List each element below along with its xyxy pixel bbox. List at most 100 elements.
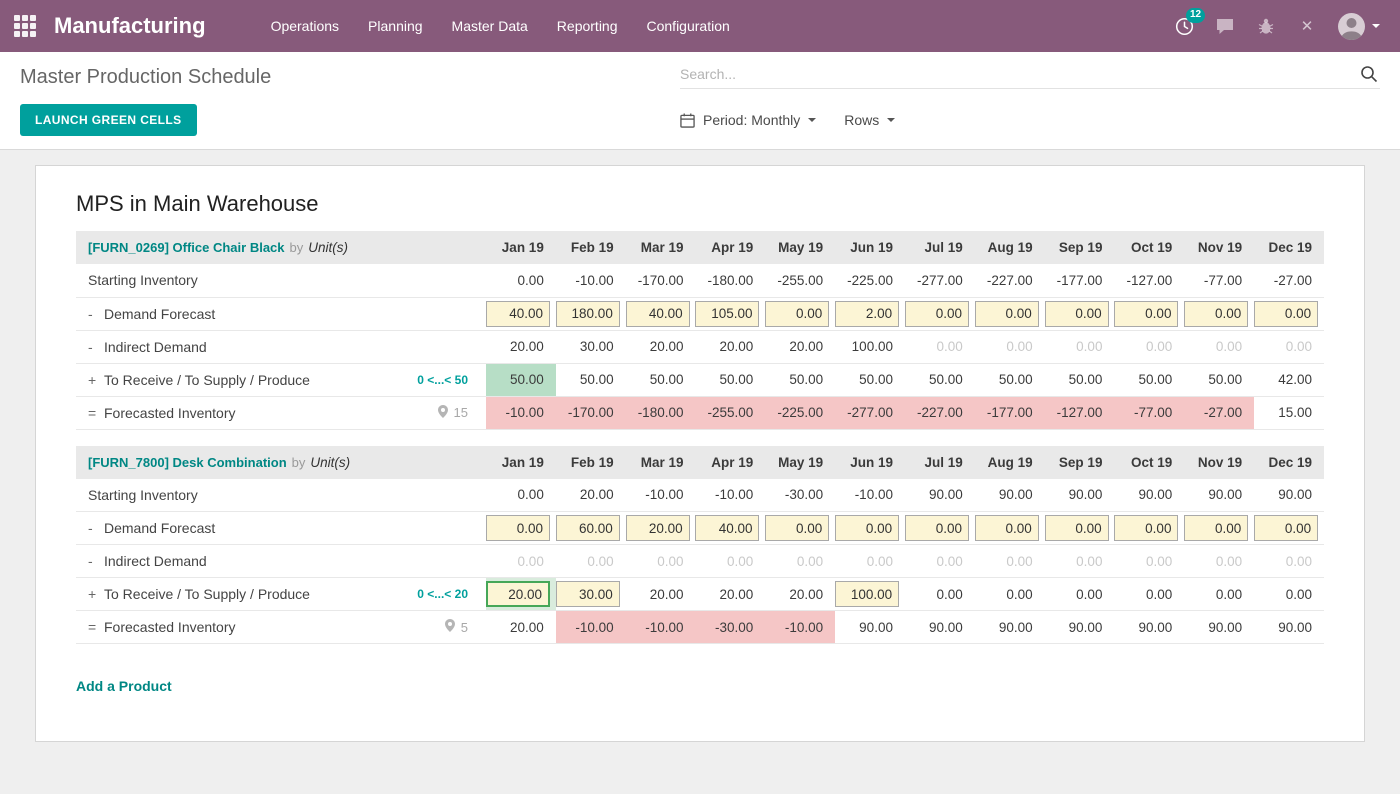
value-cell: -177.00 [1044,264,1115,298]
app-name[interactable]: Manufacturing [54,13,206,39]
menu-planning[interactable]: Planning [357,11,434,41]
value-cell[interactable]: 50.00 [486,363,556,397]
value-cell: -170.00 [555,396,626,430]
value-cell[interactable]: 20.00 [695,577,766,611]
period-dropdown[interactable]: Period: Monthly [680,112,817,128]
value-cell[interactable]: 20.00 [765,577,836,611]
product-name-link[interactable]: [FURN_7800] Desk Combination [88,455,287,470]
starting-inventory-row: Starting Inventory 0.00 -10.00 -170.00 -180.… [76,264,1324,298]
launch-green-cells-button[interactable]: LAUNCH GREEN CELLS [20,104,197,136]
user-menu[interactable] [1338,12,1380,40]
value-cell[interactable]: 0.00 [1114,577,1185,611]
demand-forecast-input[interactable] [904,300,969,327]
product-name-link[interactable]: [FURN_0269] Office Chair Black [88,240,285,255]
value-cell: 100.00 [835,330,905,364]
rows-dropdown[interactable]: Rows [844,112,896,128]
value-cell[interactable]: 50.00 [695,363,766,397]
to-receive-row: + To Receive / To Supply / Produce 0 <...<… [76,577,1324,611]
value-cell[interactable]: 50.00 [904,363,975,397]
menu-master-data[interactable]: Master Data [441,11,539,41]
close-icon[interactable]: ✕ [1297,15,1317,37]
demand-forecast-input[interactable] [974,515,1039,541]
row-label: Starting Inventory [88,486,198,503]
row-label-cell: Starting Inventory [76,264,486,298]
value-cell[interactable]: 50.00 [765,363,836,397]
value-cell[interactable]: 0.00 [974,577,1045,611]
demand-forecast-input[interactable] [835,515,900,541]
editable-cell [486,577,556,611]
supply-input[interactable] [486,581,550,607]
value-cell[interactable]: 50.00 [835,363,905,397]
value-cell[interactable]: 50.00 [1114,363,1185,397]
demand-forecast-input[interactable] [695,515,760,541]
demand-forecast-input[interactable] [1114,515,1179,541]
row-label-inner: - Demand Forecast [88,306,474,322]
bug-icon[interactable] [1256,15,1276,37]
menu-reporting[interactable]: Reporting [546,11,629,41]
value-cell[interactable]: 50.00 [625,363,696,397]
value-cell[interactable]: 0.00 [1184,577,1255,611]
value-cell[interactable]: 0.00 [1254,577,1324,611]
demand-forecast-input[interactable] [974,300,1039,327]
month-header: Jul 19 [904,445,975,479]
row-sign: - [88,338,93,355]
demand-forecast-input[interactable] [1044,515,1109,541]
demand-forecast-input[interactable] [765,300,830,327]
demand-forecast-input[interactable] [1184,300,1249,327]
demand-forecast-input[interactable] [904,515,969,541]
value-cell: 0.00 [904,544,975,578]
demand-forecast-input[interactable] [625,300,690,327]
menu-operations[interactable]: Operations [260,11,350,41]
value-cell: 90.00 [1254,478,1324,512]
value-cell: -77.00 [1184,264,1255,298]
value-cell: 0.00 [625,544,696,578]
value-cell[interactable]: 50.00 [974,363,1045,397]
editable-cell [625,511,696,545]
value-cell[interactable]: 20.00 [625,577,696,611]
supply-input[interactable] [835,581,900,607]
product-header-cell: [FURN_0269] Office Chair Black by Unit(s) [76,231,486,264]
demand-forecast-input[interactable] [555,515,620,541]
add-product-link[interactable]: Add a Product [76,678,172,694]
value-cell[interactable]: 50.00 [555,363,626,397]
demand-forecast-input[interactable] [695,300,760,327]
demand-forecast-input[interactable] [1044,300,1109,327]
demand-forecast-input[interactable] [1254,300,1319,327]
value-cell: 90.00 [1184,610,1255,644]
demand-forecast-input[interactable] [625,515,690,541]
row-label: To Receive / To Supply / Produce [104,586,310,602]
menu-configuration[interactable]: Configuration [636,11,741,41]
demand-forecast-input[interactable] [835,300,900,327]
value-cell: -127.00 [1044,396,1115,430]
value-cell: -10.00 [695,478,766,512]
demand-forecast-input[interactable] [486,515,550,541]
row-label-cell: - Indirect Demand [76,330,486,364]
value-cell[interactable]: 42.00 [1254,363,1324,397]
demand-forecast-input[interactable] [555,300,620,327]
activities-clock-icon[interactable]: 12 [1174,8,1206,37]
month-header: Dec 19 [1254,445,1324,479]
month-header: Jun 19 [835,445,905,479]
value-cell[interactable]: 50.00 [1044,363,1115,397]
messages-icon[interactable] [1215,15,1235,37]
demand-forecast-input[interactable] [1184,515,1249,541]
demand-forecast-input[interactable] [765,515,830,541]
demand-forecast-input[interactable] [486,300,550,327]
search-icon[interactable] [1360,65,1380,83]
search-input[interactable] [680,66,1360,82]
value-cell[interactable]: 50.00 [1184,363,1255,397]
forecast-pin-value: 15 [453,405,468,420]
value-cell[interactable]: 0.00 [904,577,975,611]
demand-forecast-input[interactable] [1254,515,1319,541]
value-cell: 0.00 [486,478,556,512]
apps-menu-icon[interactable] [14,15,36,37]
supply-input[interactable] [555,581,620,607]
editable-cell [555,511,626,545]
value-cell[interactable]: 0.00 [1044,577,1115,611]
product-table: [FURN_7800] Desk Combination by Unit(s) Jan… [76,445,1324,644]
demand-forecast-input[interactable] [1114,300,1179,327]
row-label: Forecasted Inventory [104,619,236,635]
editable-cell [555,297,626,331]
month-header: Apr 19 [695,231,766,264]
editable-cell [1254,511,1324,545]
